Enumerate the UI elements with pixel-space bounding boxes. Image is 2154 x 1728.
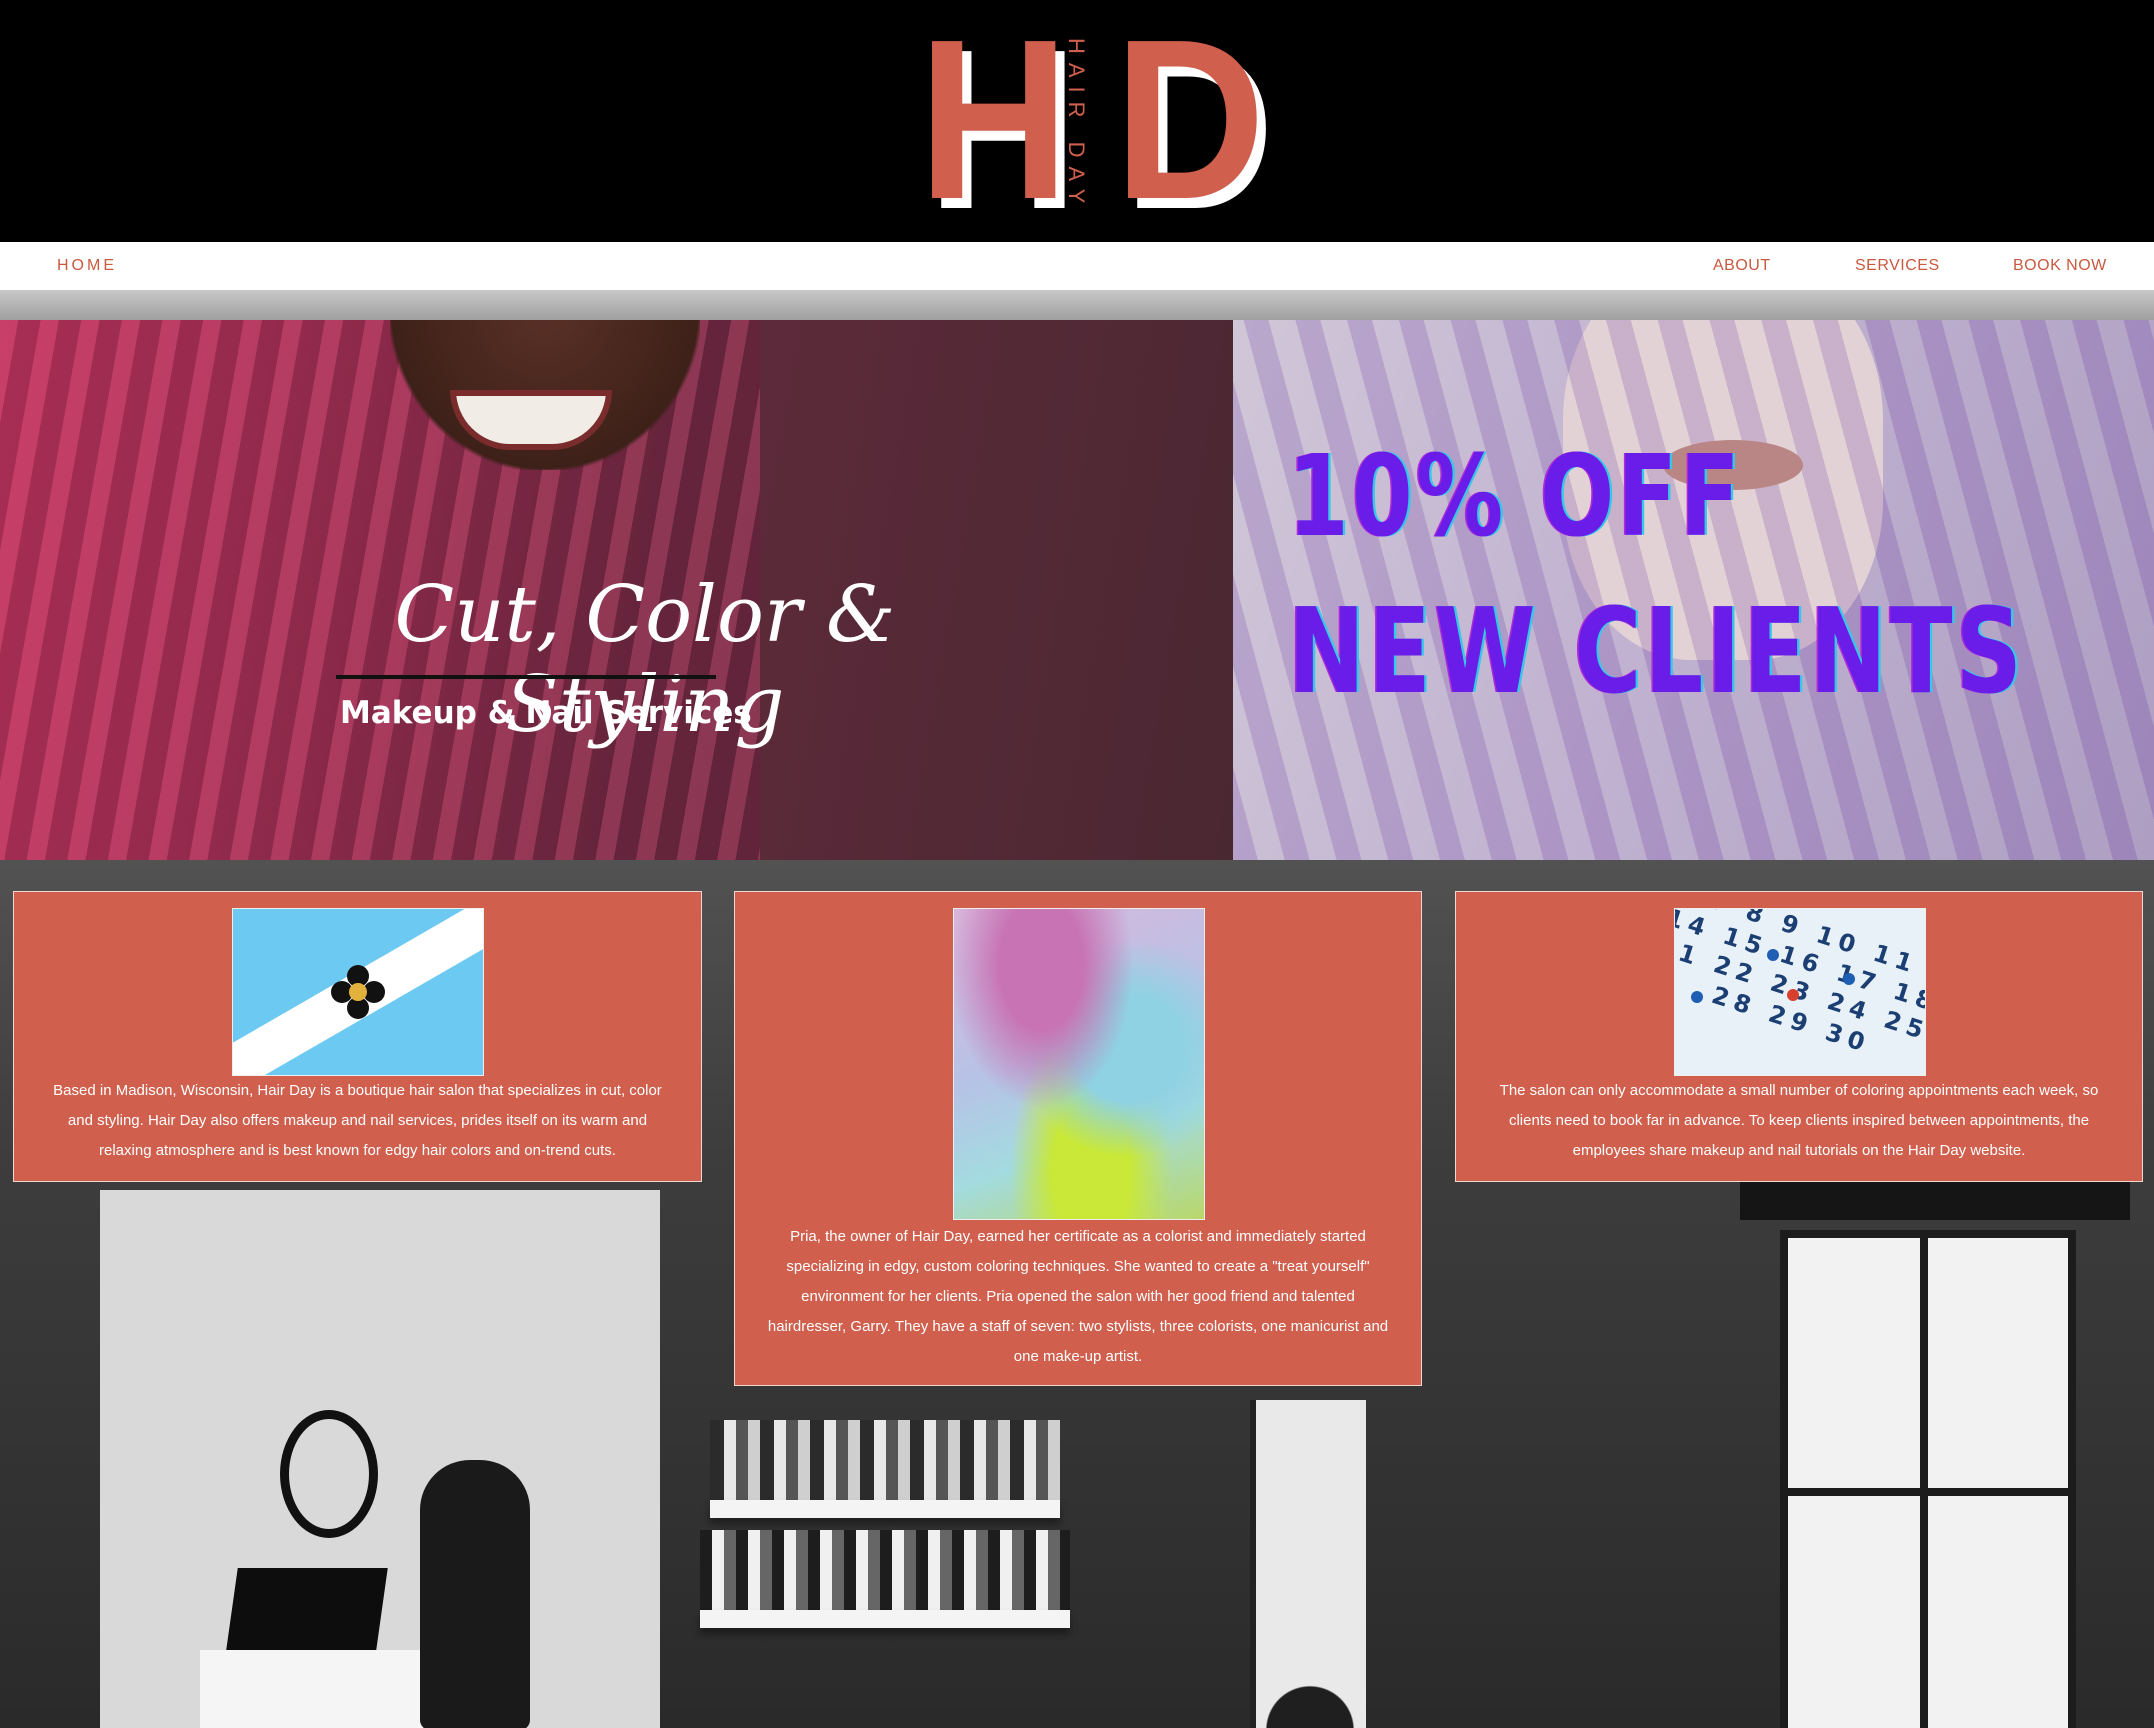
potted-plant	[1250, 1600, 1370, 1728]
hero-divider	[336, 675, 716, 679]
product-shelf-items	[710, 1420, 1060, 1500]
card-booking-text: The salon can only accommodate a small n…	[1499, 1082, 2099, 1159]
promo-new-clients: NEW CLIENTS	[1288, 582, 2026, 720]
header-bar: H HAIR DAY D	[0, 0, 2154, 242]
ring-light	[280, 1410, 378, 1538]
promo-discount: 10% OFF	[1288, 432, 1743, 562]
salon-window	[1780, 1230, 2076, 1728]
laptop	[226, 1568, 388, 1650]
logo-letter-h: H	[918, 0, 1069, 247]
madison-flag-image	[232, 908, 484, 1076]
flower-icon	[331, 965, 385, 1019]
card-owner-text: Pria, the owner of Hair Day, earned her …	[767, 1228, 1389, 1365]
push-pin-icon	[1787, 989, 1799, 1001]
card-location-text: Based in Madison, Wisconsin, Hair Day is…	[53, 1082, 662, 1159]
hair-day-logo[interactable]: H HAIR DAY D	[918, 0, 1265, 247]
product-shelf-lower	[700, 1610, 1070, 1628]
push-pin-icon	[1767, 949, 1779, 961]
push-pin-icon	[1843, 973, 1855, 985]
window-blind	[1740, 1180, 2130, 1220]
reception-desk	[200, 1650, 430, 1728]
info-card-owner: Pria, the owner of Hair Day, earned her …	[734, 891, 1422, 1386]
info-card-location: Based in Madison, Wisconsin, Hair Day is…	[13, 891, 702, 1182]
push-pin-icon	[1691, 991, 1703, 1003]
logo-tagline: HAIR DAY	[1064, 37, 1089, 213]
logo-letter-d: D	[1114, 0, 1266, 247]
stylist-figure	[420, 1460, 530, 1728]
hero-promo-banner: 10% OFF NEW CLIENTS	[1233, 320, 2154, 860]
info-card-booking: 6 7 8 9 10 11 12 14 15 16 17 18 19 21 22…	[1455, 891, 2143, 1182]
nav-about-link[interactable]: ABOUT	[1713, 242, 1771, 290]
main-nav: HOME ABOUT SERVICES BOOK NOW	[0, 242, 2154, 290]
calendar-numbers: 6 7 8 9 10 11 12 14 15 16 17 18 19 21 22…	[1675, 909, 1925, 1059]
nav-book-now-link[interactable]: BOOK NOW	[2013, 242, 2107, 290]
nav-home-link[interactable]: HOME	[57, 242, 117, 290]
product-shelf-items-lower	[700, 1530, 1070, 1610]
pastel-hair-image	[953, 908, 1205, 1220]
nav-services-link[interactable]: SERVICES	[1855, 242, 1940, 290]
hero-subtitle: Makeup & Nail Services	[340, 695, 752, 731]
product-shelf	[710, 1500, 1060, 1518]
calendar-image: 6 7 8 9 10 11 12 14 15 16 17 18 19 21 22…	[1674, 908, 1926, 1076]
salon-wall	[100, 1190, 660, 1728]
